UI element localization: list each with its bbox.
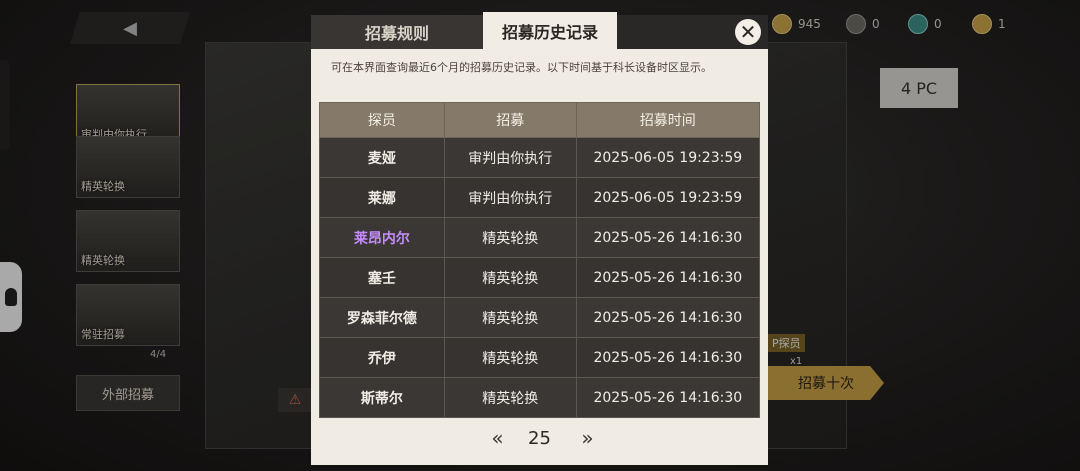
agent-name: 乔伊 (320, 338, 445, 377)
pagination: « 25 » (311, 423, 768, 453)
agent-name: 莱娜 (320, 178, 445, 217)
current-page: 25 (528, 427, 551, 449)
table-row: 罗森菲尔德 精英轮换 2025-05-26 14:16:30 (319, 298, 760, 338)
recruit-pool: 审判由你执行 (445, 178, 577, 217)
tab-bar: 招募规则 招募历史记录 ✕ (311, 12, 768, 49)
recruit-time: 2025-06-05 19:23:59 (593, 149, 743, 166)
recruit-pool: 精英轮换 (445, 298, 577, 337)
header-pool: 招募 (445, 103, 577, 137)
prev-page-icon[interactable]: « (475, 426, 515, 450)
close-icon: ✕ (739, 20, 757, 44)
agent-name: 莱昂内尔 (320, 218, 445, 257)
recruit-pool: 精英轮换 (445, 378, 577, 417)
recruit-history-modal: 招募规则 招募历史记录 ✕ 可在本界面查询最近6个月的招募历史记录。以下时间基于… (311, 12, 768, 465)
recruit-time: 2025-05-26 14:16:30 (593, 309, 743, 326)
header-time: 招募时间 (639, 113, 696, 129)
table-row: 麦娅 审判由你执行 2025-06-05 19:23:59 (319, 138, 760, 178)
table-row: 莱娜 审判由你执行 2025-06-05 19:23:59 (319, 178, 760, 218)
history-sheet: 可在本界面查询最近6个月的招募历史记录。以下时间基于科长设备时区显示。 探员 招… (311, 49, 768, 465)
table-row: 乔伊 精英轮换 2025-05-26 14:16:30 (319, 338, 760, 378)
agent-name: 斯蒂尔 (320, 378, 445, 417)
recruit-pool: 精英轮换 (445, 258, 577, 297)
table-row: 塞壬 精英轮换 2025-05-26 14:16:30 (319, 258, 760, 298)
recruit-time: 2025-06-05 19:23:59 (593, 189, 743, 206)
agent-name: 麦娅 (320, 138, 445, 177)
agent-name: 罗森菲尔德 (320, 298, 445, 337)
recruit-pool: 精英轮换 (445, 218, 577, 257)
table-body: 麦娅 审判由你执行 2025-06-05 19:23:59 莱娜 审判由你执行 2025-… (319, 138, 760, 418)
recruit-time: 2025-05-26 14:16:30 (593, 389, 743, 406)
recruit-pool: 审判由你执行 (445, 138, 577, 177)
tab-recruit-rules[interactable]: 招募规则 (311, 15, 483, 49)
next-page-icon[interactable]: » (565, 426, 605, 450)
recruit-pool: 精英轮换 (445, 338, 577, 377)
recruit-time: 2025-05-26 14:16:30 (593, 349, 743, 366)
history-table: 探员 招募 招募时间 麦娅 审判由你执行 2025-06-05 19:23:59 莱娜… (319, 102, 760, 418)
recruit-time: 2025-05-26 14:16:30 (593, 229, 743, 246)
tab-recruit-history[interactable]: 招募历史记录 (483, 12, 617, 49)
table-row: 斯蒂尔 精英轮换 2025-05-26 14:16:30 (319, 378, 760, 418)
history-description: 可在本界面查询最近6个月的招募历史记录。以下时间基于科长设备时区显示。 (331, 61, 712, 74)
header-agent: 探员 (320, 103, 445, 137)
recruit-time: 2025-05-26 14:16:30 (593, 269, 743, 286)
close-button[interactable]: ✕ (735, 19, 761, 45)
agent-name: 塞壬 (320, 258, 445, 297)
table-row: 莱昂内尔 精英轮换 2025-05-26 14:16:30 (319, 218, 760, 258)
table-header: 探员 招募 招募时间 (319, 102, 760, 138)
